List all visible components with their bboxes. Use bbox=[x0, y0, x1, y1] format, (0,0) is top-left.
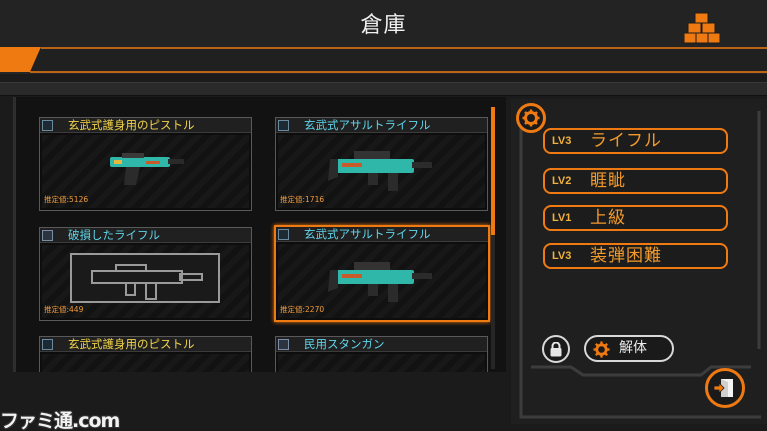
skill-slot-1[interactable]: LV3 ライフル bbox=[543, 128, 728, 154]
lock-icon bbox=[550, 342, 562, 357]
item-rarity-icon bbox=[278, 339, 289, 350]
item-image-area bbox=[278, 354, 485, 372]
inventory-item-selected[interactable]: 玄武式アサルトライフル 推定値:2270 bbox=[274, 225, 490, 322]
skill-level: LV1 bbox=[552, 212, 572, 224]
dismantle-label: 解体 bbox=[619, 340, 647, 356]
skill-name: 上級 bbox=[590, 208, 626, 228]
header-banner bbox=[0, 47, 767, 74]
inventory-item[interactable]: 民用スタンガン bbox=[275, 336, 488, 372]
item-rarity-icon bbox=[42, 230, 53, 241]
inventory-item[interactable]: 玄武式護身用のピストル bbox=[39, 336, 252, 372]
item-header: 玄武式護身用のピストル bbox=[40, 337, 251, 352]
watermark-logo: ファミ通.com bbox=[0, 410, 120, 431]
item-name: 玄武式アサルトライフル bbox=[304, 118, 431, 132]
stun-gun-icon bbox=[348, 366, 418, 372]
skill-name: 睚眦 bbox=[590, 171, 626, 191]
inventory-item[interactable]: 玄武式護身用のピストル 推定値:5126 bbox=[39, 117, 252, 211]
pistol-icon bbox=[102, 364, 192, 372]
assault-rifle-icon bbox=[328, 262, 432, 302]
skill-name: ライフル bbox=[590, 131, 662, 151]
inventory-item[interactable]: 破損したライフル 推定値:449 bbox=[39, 227, 252, 321]
item-image-area: 推定値:449 bbox=[42, 245, 249, 318]
lock-button[interactable] bbox=[542, 335, 570, 363]
skill-slot-3[interactable]: LV1 上級 bbox=[543, 205, 728, 231]
item-image-area: 推定値:1716 bbox=[278, 135, 485, 208]
header-divider bbox=[0, 82, 767, 96]
page-title: 倉庫 bbox=[360, 13, 407, 38]
inventory-grid[interactable]: 玄武式護身用のピストル 推定値:5126 玄武式アサルトライフル 推定値:171… bbox=[13, 97, 506, 372]
gear-icon bbox=[522, 109, 540, 127]
item-header: 玄武式護身用のピストル bbox=[40, 118, 251, 133]
settings-button[interactable] bbox=[516, 103, 546, 133]
skill-name: 装弾困難 bbox=[590, 246, 662, 266]
item-header: 民用スタンガン bbox=[276, 337, 487, 352]
item-rarity-icon bbox=[42, 339, 53, 350]
item-value: 推定値:449 bbox=[44, 305, 84, 314]
inventory-item[interactable]: 玄武式アサルトライフル 推定値:1716 bbox=[275, 117, 488, 211]
gear-icon bbox=[593, 341, 610, 358]
exit-button[interactable] bbox=[705, 368, 745, 408]
item-rarity-icon bbox=[278, 229, 289, 240]
item-value: 推定値:2270 bbox=[280, 305, 325, 314]
skill-slot-2[interactable]: LV2 睚眦 bbox=[543, 168, 728, 194]
item-image-area: 推定値:2270 bbox=[278, 244, 486, 318]
skill-level: LV3 bbox=[552, 250, 572, 262]
inventory-frame bbox=[13, 97, 16, 372]
item-rarity-icon bbox=[42, 120, 53, 131]
item-header: 玄武式アサルトライフル bbox=[276, 227, 488, 242]
item-name: 玄武式アサルトライフル bbox=[304, 227, 431, 241]
item-name: 民用スタンガン bbox=[304, 337, 385, 351]
item-value: 推定値:1716 bbox=[280, 195, 325, 204]
item-name: 玄武式護身用のピストル bbox=[68, 337, 195, 351]
skill-level: LV2 bbox=[552, 175, 572, 187]
item-image-area bbox=[42, 354, 249, 372]
item-image-area: 推定値:5126 bbox=[42, 135, 249, 208]
item-name: 破損したライフル bbox=[68, 228, 160, 242]
item-header: 玄武式アサルトライフル bbox=[276, 118, 487, 133]
broken-rifle-icon bbox=[91, 264, 203, 300]
pistol-icon bbox=[110, 153, 184, 185]
skill-level: LV3 bbox=[552, 135, 572, 147]
inventory-scrollbar-thumb[interactable] bbox=[491, 107, 495, 235]
header-bar: 倉庫 bbox=[0, 0, 767, 52]
item-value: 推定値:5126 bbox=[44, 195, 89, 204]
item-header: 破損したライフル bbox=[40, 228, 251, 243]
item-rarity-icon bbox=[278, 120, 289, 131]
item-name: 玄武式護身用のピストル bbox=[68, 118, 195, 132]
skill-slot-4[interactable]: LV3 装弾困難 bbox=[543, 243, 728, 269]
dismantle-button[interactable]: 解体 bbox=[584, 335, 674, 362]
assault-rifle-icon bbox=[328, 151, 432, 191]
cubes-icon[interactable] bbox=[684, 12, 720, 44]
exit-icon bbox=[714, 379, 733, 397]
